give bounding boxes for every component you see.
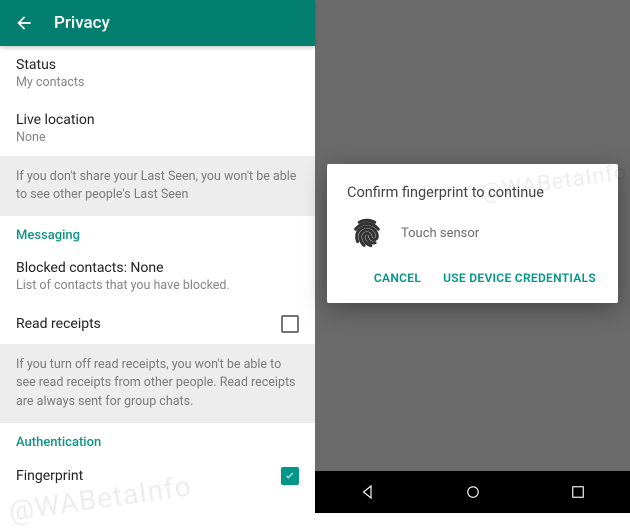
use-device-credentials-button[interactable]: USE DEVICE CREDENTIALS [441,265,598,291]
setting-live-location[interactable]: Live location None [0,101,315,156]
dialog-body: Touch sensor [347,217,598,249]
cancel-button[interactable]: CANCEL [372,265,423,291]
section-header-authentication: Authentication [0,423,315,456]
nav-back-icon[interactable] [359,483,377,501]
setting-title: Fingerprint [16,468,83,484]
setting-subtitle: List of contacts that you have blocked. [16,278,230,293]
dialog-title: Confirm fingerprint to continue [347,184,598,201]
nav-recent-icon[interactable] [569,483,587,501]
fingerprint-checkbox[interactable] [281,467,299,485]
info-read-receipts: If you turn off read receipts, you won't… [0,344,315,422]
fingerprint-screen: Confirm fingerprint to continue Touch se… [315,0,630,513]
setting-read-receipts[interactable]: Read receipts [0,304,315,344]
setting-title: Blocked contacts: None [16,260,230,276]
back-icon[interactable] [14,13,34,33]
touch-sensor-label: Touch sensor [401,226,479,241]
section-header-messaging: Messaging [0,216,315,249]
app-bar: Privacy [0,0,315,46]
setting-status[interactable]: Status My contacts [0,46,315,101]
android-navbar [315,471,630,513]
setting-title: Status [16,57,84,73]
read-receipts-checkbox[interactable] [281,315,299,333]
fingerprint-dialog: Confirm fingerprint to continue Touch se… [327,164,618,303]
setting-blocked-contacts[interactable]: Blocked contacts: None List of contacts … [0,249,315,304]
fingerprint-icon [351,217,383,249]
page-title: Privacy [54,13,110,33]
info-last-seen: If you don't share your Last Seen, you w… [0,156,315,216]
dialog-actions: CANCEL USE DEVICE CREDENTIALS [347,265,598,291]
setting-fingerprint[interactable]: Fingerprint [0,456,315,499]
setting-title: Read receipts [16,316,101,332]
setting-subtitle: My contacts [16,75,84,90]
nav-home-icon[interactable] [464,483,482,501]
privacy-screen: Privacy Status My contacts Live location… [0,0,315,513]
setting-title: Live location [16,112,95,128]
setting-subtitle: None [16,130,95,145]
